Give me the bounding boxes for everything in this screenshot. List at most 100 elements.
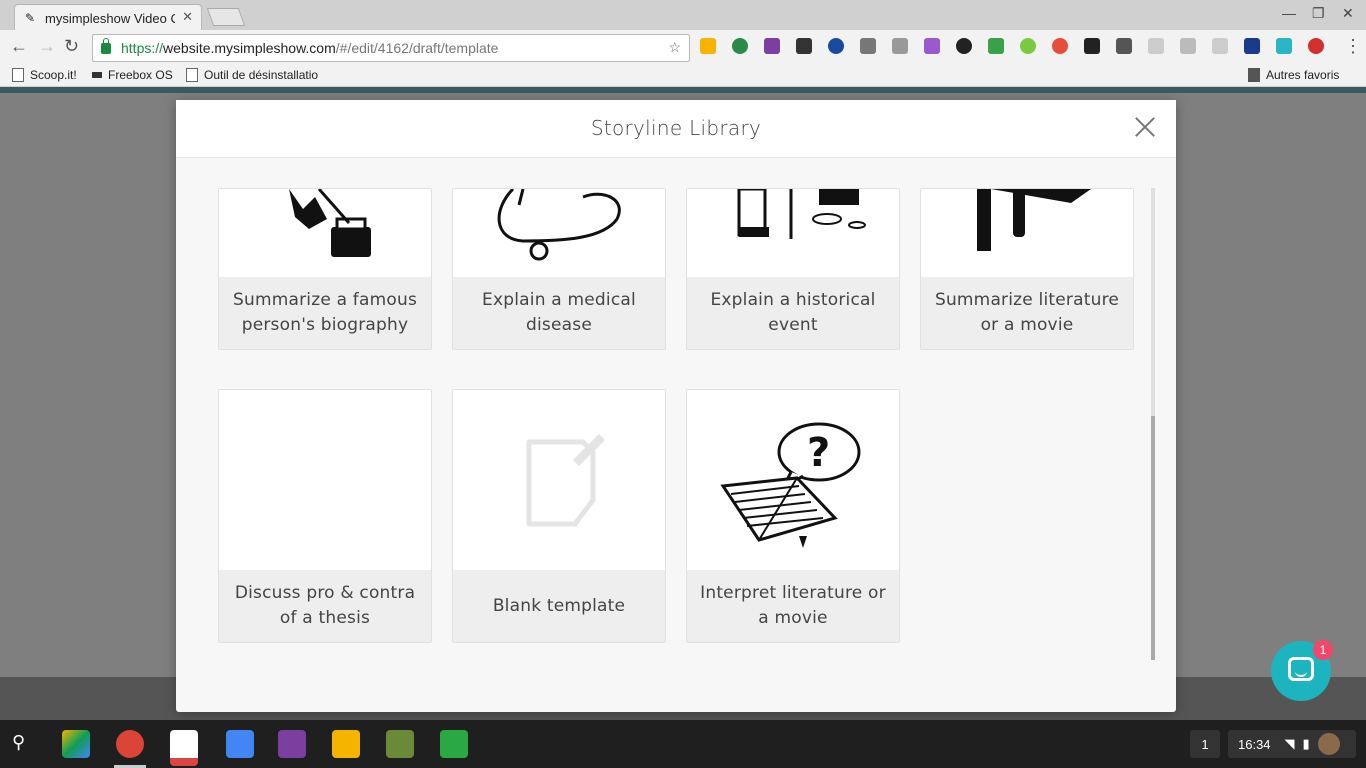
tab-strip: ✎ mysimpleshow Video Cr ✕ — ❐ ✕ xyxy=(0,0,1366,31)
book-question-icon: ? xyxy=(720,422,861,548)
template-label: Summarize a famous person's biography xyxy=(232,290,418,335)
svg-text:?: ? xyxy=(807,430,830,476)
extension-icon[interactable] xyxy=(1148,38,1164,54)
bookmarks-bar: Scoop.it! Freebox OS Outil de désinstall… xyxy=(0,64,1366,87)
browser-tab[interactable]: ✎ mysimpleshow Video Cr ✕ xyxy=(14,4,202,31)
bookmark-star-icon[interactable]: ☆ xyxy=(668,39,681,56)
extension-icon[interactable] xyxy=(860,38,876,54)
gmail-icon[interactable] xyxy=(170,730,198,766)
other-bookmarks[interactable]: Autres favoris xyxy=(1248,68,1339,82)
google-docs-icon[interactable] xyxy=(226,730,254,758)
google-slides-icon[interactable] xyxy=(332,730,360,758)
freebox-icon xyxy=(92,72,102,78)
template-grid: Summarize a famous person's biography Ex… xyxy=(176,188,1151,698)
system-tray[interactable]: 16:34 ◥ ▮ xyxy=(1228,730,1356,758)
chat-icon xyxy=(1288,657,1314,681)
bookmark-item[interactable]: Outil de désinstallatio xyxy=(186,68,318,82)
google-drive-icon[interactable] xyxy=(62,730,90,758)
template-thumbnail xyxy=(219,189,431,277)
astronaut-moon-icon xyxy=(737,189,866,239)
rss-icon[interactable] xyxy=(1212,38,1228,54)
template-label: Interpret literature or a movie xyxy=(700,583,886,628)
template-thumbnail xyxy=(453,390,665,570)
template-card-blank[interactable]: Blank template xyxy=(452,389,666,643)
template-thumbnail xyxy=(219,390,431,570)
extension-icon[interactable] xyxy=(956,38,972,54)
wifi-icon: ◥ xyxy=(1284,736,1295,751)
back-icon[interactable]: ← xyxy=(10,36,28,57)
extension-icon[interactable] xyxy=(1084,38,1100,54)
blank-page-pencil-icon xyxy=(526,434,605,527)
close-icon[interactable] xyxy=(1132,114,1158,140)
mysimpleshow-icon: ✎ xyxy=(25,11,36,25)
template-thumbnail: ? xyxy=(687,390,899,570)
chat-notification-badge: 1 xyxy=(1313,640,1333,660)
chrome-icon[interactable] xyxy=(116,730,144,758)
camera-icon[interactable] xyxy=(892,38,908,54)
extension-icon[interactable] xyxy=(1052,38,1068,54)
close-tab-icon[interactable]: ✕ xyxy=(182,9,193,25)
stethoscope-icon xyxy=(497,189,621,261)
lock-icon xyxy=(101,37,111,54)
onenote-icon[interactable] xyxy=(278,730,306,758)
film-projector-icon xyxy=(977,189,1091,251)
new-tab-button[interactable] xyxy=(206,8,246,26)
modal-scrollbar[interactable] xyxy=(1151,188,1155,660)
forward-icon[interactable]: → xyxy=(38,36,56,57)
url-text: https://website.mysimpleshow.com/#/edit/… xyxy=(121,40,499,56)
pen-icon[interactable] xyxy=(924,38,940,54)
template-card-literature-summary[interactable]: Summarize literature or a movie xyxy=(920,188,1134,350)
app-icon[interactable] xyxy=(386,730,414,758)
extension-icon[interactable] xyxy=(1180,38,1196,54)
extension-icon[interactable] xyxy=(828,38,844,54)
template-card-pro-contra[interactable]: Discuss pro & contra of a thesis xyxy=(218,389,432,643)
modal-header: Storyline Library xyxy=(176,100,1176,158)
restore-icon[interactable]: ❐ xyxy=(1312,5,1325,22)
template-thumbnail xyxy=(687,189,899,277)
avatar xyxy=(1317,733,1340,755)
workspace-indicator[interactable]: 1 xyxy=(1190,730,1220,758)
feedly-icon[interactable] xyxy=(440,730,468,758)
template-label: Explain a historical event xyxy=(710,290,876,335)
inkwell-quill-icon xyxy=(289,189,371,257)
page-icon xyxy=(12,68,24,82)
template-card-interpret-literature[interactable]: ? Interpret literature or a movie xyxy=(686,389,900,643)
browser-toolbar: ← → ↻ https://website.mysimpleshow.com/#… xyxy=(0,30,1366,64)
extension-icon[interactable] xyxy=(700,38,716,54)
address-bar[interactable]: https://website.mysimpleshow.com/#/edit/… xyxy=(92,34,690,62)
template-card-historical[interactable]: Explain a historical event xyxy=(686,188,900,350)
folder-icon xyxy=(1248,68,1260,82)
template-card-biography[interactable]: Summarize a famous person's biography xyxy=(218,188,432,350)
menu-icon[interactable]: ⋮ xyxy=(1344,36,1362,57)
battery-icon: ▮ xyxy=(1302,736,1310,751)
template-label: Blank template xyxy=(492,595,626,616)
film-icon[interactable] xyxy=(796,38,812,54)
onenote-icon[interactable] xyxy=(764,38,780,54)
app-header-strip xyxy=(0,87,1366,93)
template-label: Summarize literature or a movie xyxy=(934,290,1120,335)
template-card-medical[interactable]: Explain a medical disease xyxy=(452,188,666,350)
extension-icon[interactable] xyxy=(1244,38,1260,54)
scrollbar-thumb[interactable] xyxy=(1151,416,1155,660)
search-icon[interactable]: ⚲ xyxy=(12,732,25,753)
minimize-icon[interactable]: — xyxy=(1282,5,1296,21)
bookmark-item[interactable]: Freebox OS xyxy=(92,68,173,82)
bookmark-item[interactable]: Scoop.it! xyxy=(12,68,77,82)
clock: 16:34 xyxy=(1238,736,1271,752)
extension-icon[interactable] xyxy=(1020,38,1036,54)
extension-icon[interactable] xyxy=(732,38,748,54)
template-thumbnail xyxy=(453,189,665,277)
print-icon[interactable] xyxy=(988,38,1004,54)
adblock-icon[interactable] xyxy=(1308,38,1324,54)
storyline-library-modal: Storyline Library Summarize a famous per… xyxy=(176,100,1176,712)
os-taskbar: ⚲ 1 16:34 ◥ ▮ xyxy=(0,720,1366,768)
tools-icon[interactable] xyxy=(1116,38,1132,54)
brackets-icon[interactable] xyxy=(1276,38,1292,54)
reload-icon[interactable]: ↻ xyxy=(64,36,79,57)
template-label: Explain a medical disease xyxy=(482,290,636,335)
tool-icon xyxy=(186,68,198,82)
template-label: Discuss pro & contra of a thesis xyxy=(234,583,416,628)
tab-title: mysimpleshow Video Cr xyxy=(45,10,175,26)
close-window-icon[interactable]: ✕ xyxy=(1342,5,1354,22)
modal-title: Storyline Library xyxy=(590,116,762,140)
